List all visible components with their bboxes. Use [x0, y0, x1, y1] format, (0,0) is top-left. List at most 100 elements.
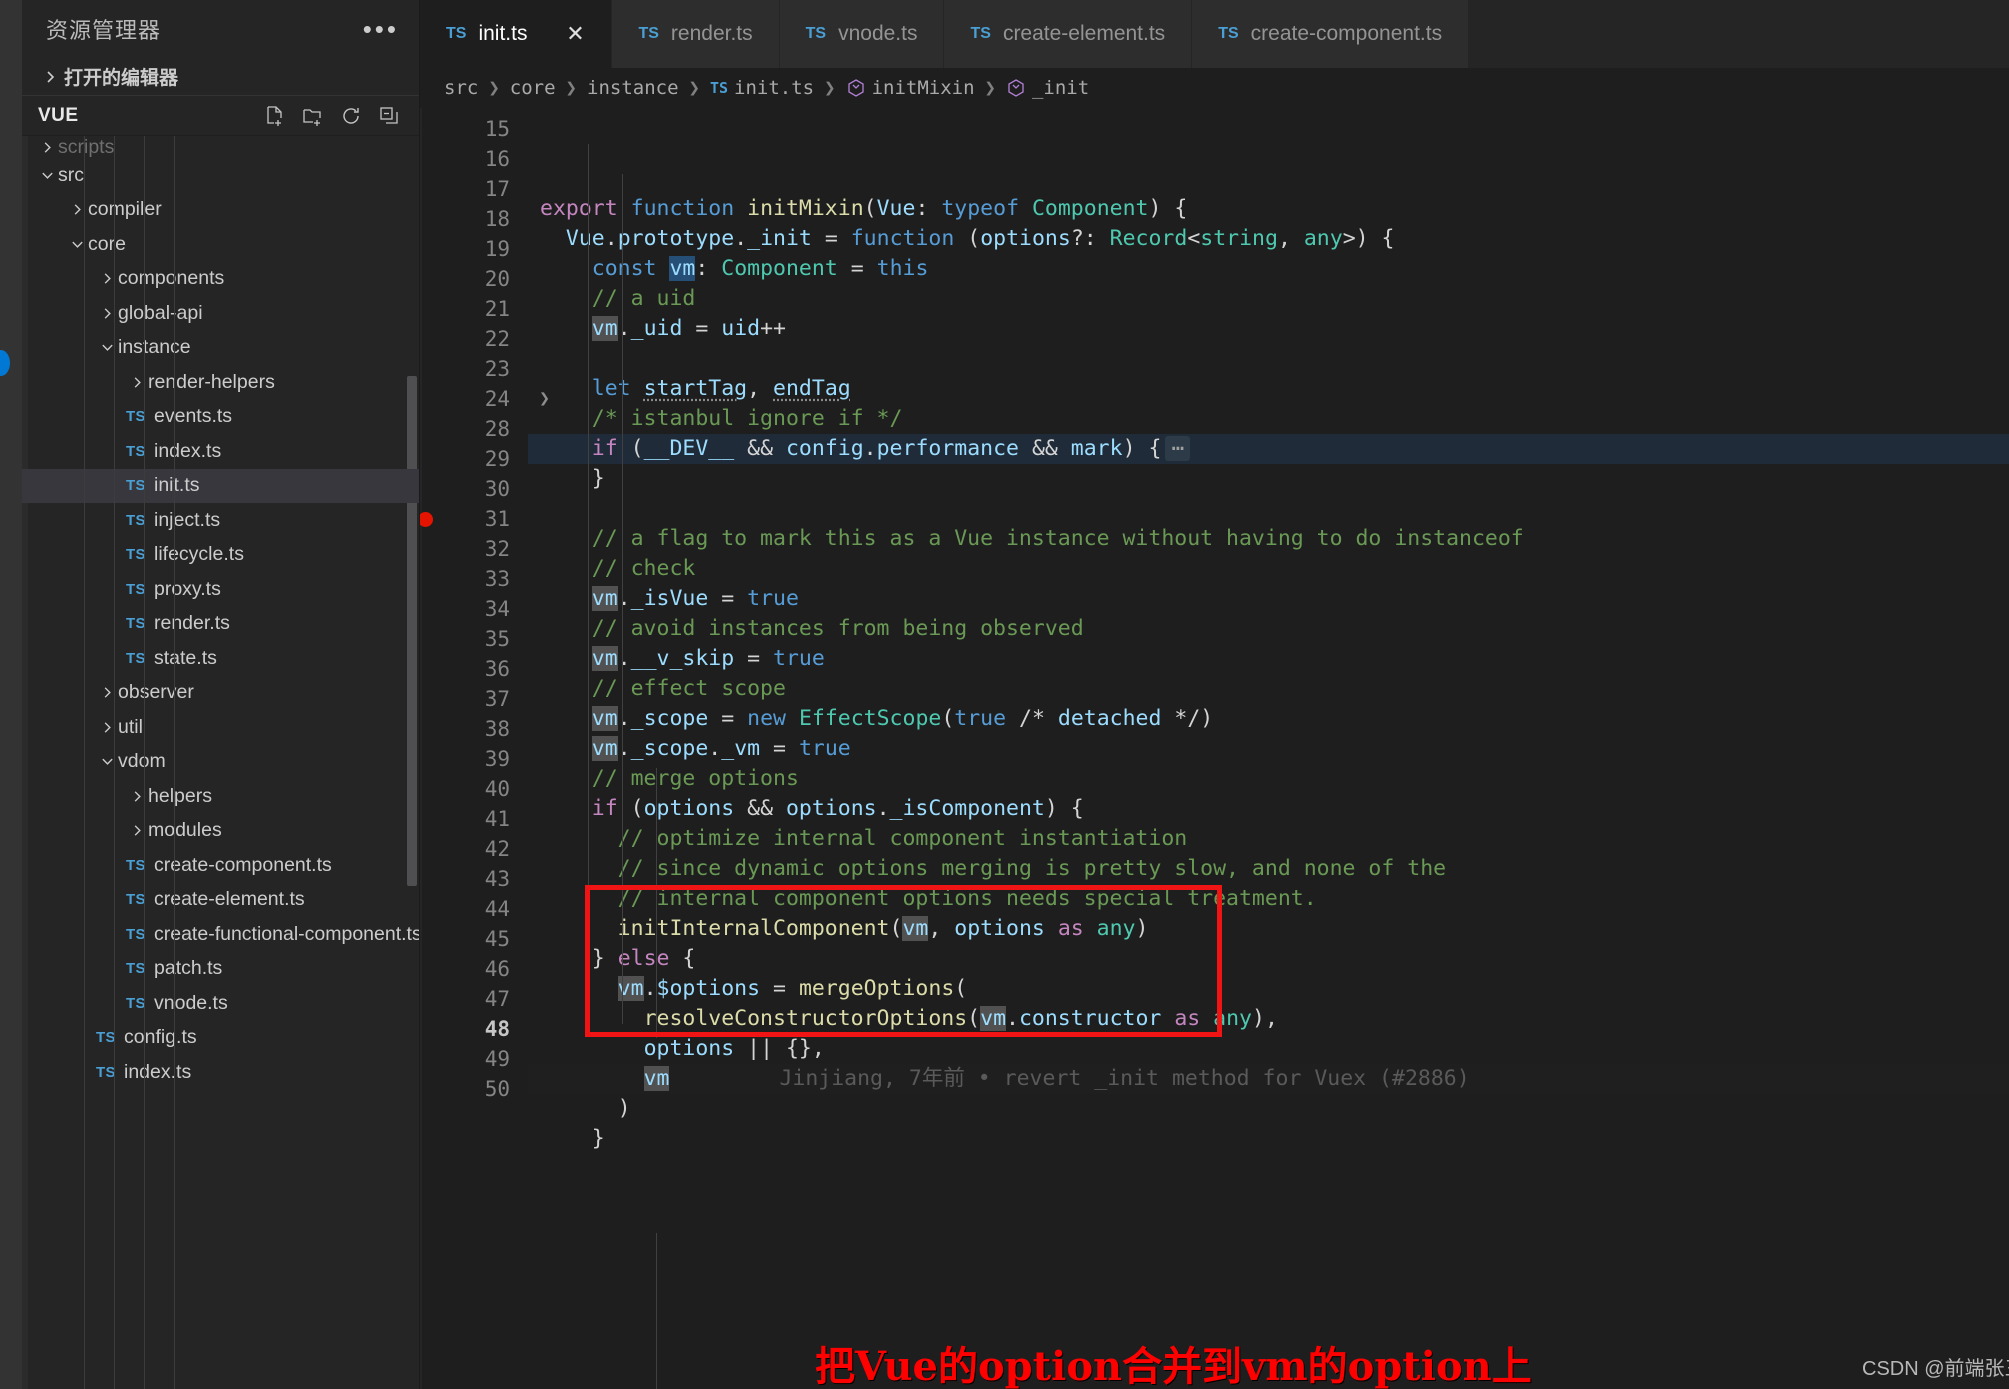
code-line-44[interactable]: } else {: [528, 944, 2009, 974]
tree-item-label: create-functional-component.ts: [154, 922, 419, 945]
code-line-20[interactable]: vm._uid = uid++: [528, 314, 2009, 344]
tree-folder-components[interactable]: components: [22, 262, 419, 297]
tree-folder-observer[interactable]: observer: [22, 676, 419, 711]
code-line-21[interactable]: [528, 344, 2009, 374]
line-number-37: 37: [484, 687, 510, 711]
code-line-22[interactable]: let startTag, endTag: [528, 374, 2009, 404]
code-line-50[interactable]: }: [528, 1124, 2009, 1154]
tree-item-label: render-helpers: [148, 370, 275, 393]
code-line-41[interactable]: // since dynamic options merging is pret…: [528, 854, 2009, 884]
code-line-24[interactable]: if (__DEV__ && config.performance && mar…: [528, 434, 2009, 464]
tree-item-label: patch.ts: [154, 957, 223, 980]
tree-file-index.ts[interactable]: TS index.ts: [22, 434, 419, 469]
tree-folder-modules[interactable]: modules: [22, 814, 419, 849]
tab-create-component.ts[interactable]: TS create-component.ts: [1192, 0, 1470, 68]
new-folder-icon[interactable]: [301, 104, 325, 128]
tree-file-render.ts[interactable]: TS render.ts: [22, 607, 419, 642]
tree-file-index.ts[interactable]: TS index.ts: [22, 1055, 419, 1090]
breadcrumb-item-initmixin[interactable]: initMixin: [872, 77, 975, 99]
tree-file-state.ts[interactable]: TS state.ts: [22, 641, 419, 676]
breadcrumb-item-src[interactable]: src: [444, 77, 478, 99]
tree-file-patch.ts[interactable]: TS patch.ts: [22, 952, 419, 987]
breadcrumb-item-instance[interactable]: instance: [587, 77, 679, 99]
code-line-28[interactable]: }: [528, 464, 2009, 494]
tree-folder-render-helpers[interactable]: render-helpers: [22, 365, 419, 400]
code-line-49[interactable]: ): [528, 1094, 2009, 1124]
ellipsis-icon[interactable]: •••: [363, 16, 399, 42]
code-line-43[interactable]: initInternalComponent(vm, options as any…: [528, 914, 2009, 944]
code-line-40[interactable]: // optimize internal component instantia…: [528, 824, 2009, 854]
typescript-file-icon: TS: [638, 25, 659, 42]
code-line-16[interactable]: export function initMixin(Vue: typeof Co…: [528, 194, 2009, 224]
code-line-31[interactable]: // check: [528, 554, 2009, 584]
code-line-37[interactable]: vm._scope._vm = true: [528, 734, 2009, 764]
tab-create-element.ts[interactable]: TS create-element.ts: [944, 0, 1193, 68]
tree-file-create-functional-component.ts[interactable]: TS create-functional-component.ts: [22, 917, 419, 952]
code-line-17[interactable]: Vue.prototype._init = function (options?…: [528, 224, 2009, 254]
code-line-32[interactable]: vm._isVue = true: [528, 584, 2009, 614]
code-indent-guide: [588, 144, 589, 1024]
symbol-function-icon: [846, 78, 872, 98]
tree-file-lifecycle.ts[interactable]: TS lifecycle.ts: [22, 538, 419, 573]
tab-bar[interactable]: TS init.ts ✕ TS render.ts TS vnode.ts TS create-…: [420, 0, 2009, 68]
collapse-all-icon[interactable]: [377, 104, 401, 128]
code-line-18[interactable]: const vm: Component = this: [528, 254, 2009, 284]
tree-folder-compiler[interactable]: compiler: [22, 193, 419, 228]
project-folder-section[interactable]: VUE: [22, 96, 419, 136]
code-line-45[interactable]: vm.$options = mergeOptions(: [528, 974, 2009, 1004]
code-line-46[interactable]: resolveConstructorOptions(vm.constructor…: [528, 1004, 2009, 1034]
tree-folder-scripts[interactable]: scripts: [22, 136, 419, 158]
tree-folder-global-api[interactable]: global-api: [22, 296, 419, 331]
breadcrumb-item-core[interactable]: core: [510, 77, 556, 99]
code-line-23[interactable]: /* istanbul ignore if */: [528, 404, 2009, 434]
typescript-file-icon: TS: [970, 25, 991, 42]
tree-folder-instance[interactable]: instance: [22, 331, 419, 366]
code-editor[interactable]: 15 16 17 18 19 20 21 22 23 24 ❯ 28 29 30 31 32 33 34 35 36 3…: [420, 108, 2009, 1389]
tree-file-inject.ts[interactable]: TS inject.ts: [22, 503, 419, 538]
code-line-39[interactable]: if (options && options._isComponent) {: [528, 794, 2009, 824]
code-line-47[interactable]: options || {},: [528, 1034, 2009, 1064]
code-line-29[interactable]: [528, 494, 2009, 524]
code-line-35[interactable]: // effect scope: [528, 674, 2009, 704]
code-line-34[interactable]: vm.__v_skip = true: [528, 644, 2009, 674]
file-tree[interactable]: scripts src compiler core components global-a…: [22, 136, 419, 1389]
tab-vnode.ts[interactable]: TS vnode.ts: [779, 0, 945, 68]
tree-folder-src[interactable]: src: [22, 158, 419, 193]
code-line-15[interactable]: [528, 164, 2009, 194]
line-number-40: 40: [484, 777, 510, 801]
red-annotation-text: 把Vue的option合并到vm的option上: [815, 1343, 1532, 1389]
code-line-30[interactable]: // a flag to mark this as a Vue instance…: [528, 524, 2009, 554]
code-content[interactable]: export function initMixin(Vue: typeof Co…: [528, 108, 2009, 1389]
activity-bar[interactable]: [0, 0, 22, 1389]
tree-file-init.ts[interactable]: TS init.ts: [22, 468, 419, 503]
open-editors-section[interactable]: 打开的编辑器: [22, 58, 419, 96]
tree-folder-core[interactable]: core: [22, 227, 419, 262]
tree-folder-vdom[interactable]: vdom: [22, 745, 419, 780]
code-line-19[interactable]: // a uid: [528, 284, 2009, 314]
tree-file-vnode.ts[interactable]: TS vnode.ts: [22, 986, 419, 1021]
tree-folder-helpers[interactable]: helpers: [22, 779, 419, 814]
code-line-38[interactable]: // merge options: [528, 764, 2009, 794]
tree-file-create-element.ts[interactable]: TS create-element.ts: [22, 883, 419, 918]
breadcrumb-item-init[interactable]: _init: [1032, 77, 1089, 99]
tree-file-config.ts[interactable]: TS config.ts: [22, 1021, 419, 1056]
breakpoint-marker[interactable]: [420, 512, 433, 527]
tree-file-events.ts[interactable]: TS events.ts: [22, 400, 419, 435]
tab-init.ts[interactable]: TS init.ts ✕: [420, 0, 613, 68]
breadcrumb[interactable]: src ❯ core ❯ instance ❯ TS init.ts ❯ ini…: [420, 68, 2009, 108]
close-icon[interactable]: ✕: [565, 21, 585, 47]
new-file-icon[interactable]: [263, 104, 287, 128]
code-line-48[interactable]: vm Jinjiang, 7年前 • revert _init method fo…: [528, 1064, 2009, 1094]
line-number-31: 31: [420, 504, 528, 534]
tree-file-create-component.ts[interactable]: TS create-component.ts: [22, 848, 419, 883]
tree-folder-util[interactable]: util: [22, 710, 419, 745]
tree-file-proxy.ts[interactable]: TS proxy.ts: [22, 572, 419, 607]
code-line-42[interactable]: // internal component options needs spec…: [528, 884, 2009, 914]
code-line-33[interactable]: // avoid instances from being observed: [528, 614, 2009, 644]
refresh-icon[interactable]: [339, 104, 363, 128]
code-line-36[interactable]: vm._scope = new EffectScope(true /* deta…: [528, 704, 2009, 734]
tab-render.ts[interactable]: TS render.ts: [612, 0, 780, 68]
folded-code-indicator[interactable]: ⋯: [1165, 436, 1191, 461]
line-number-gutter[interactable]: 15 16 17 18 19 20 21 22 23 24 ❯ 28 29 30 31 32 33 34 35 36 3…: [420, 108, 550, 1389]
breadcrumb-item-file[interactable]: init.ts: [734, 77, 814, 99]
